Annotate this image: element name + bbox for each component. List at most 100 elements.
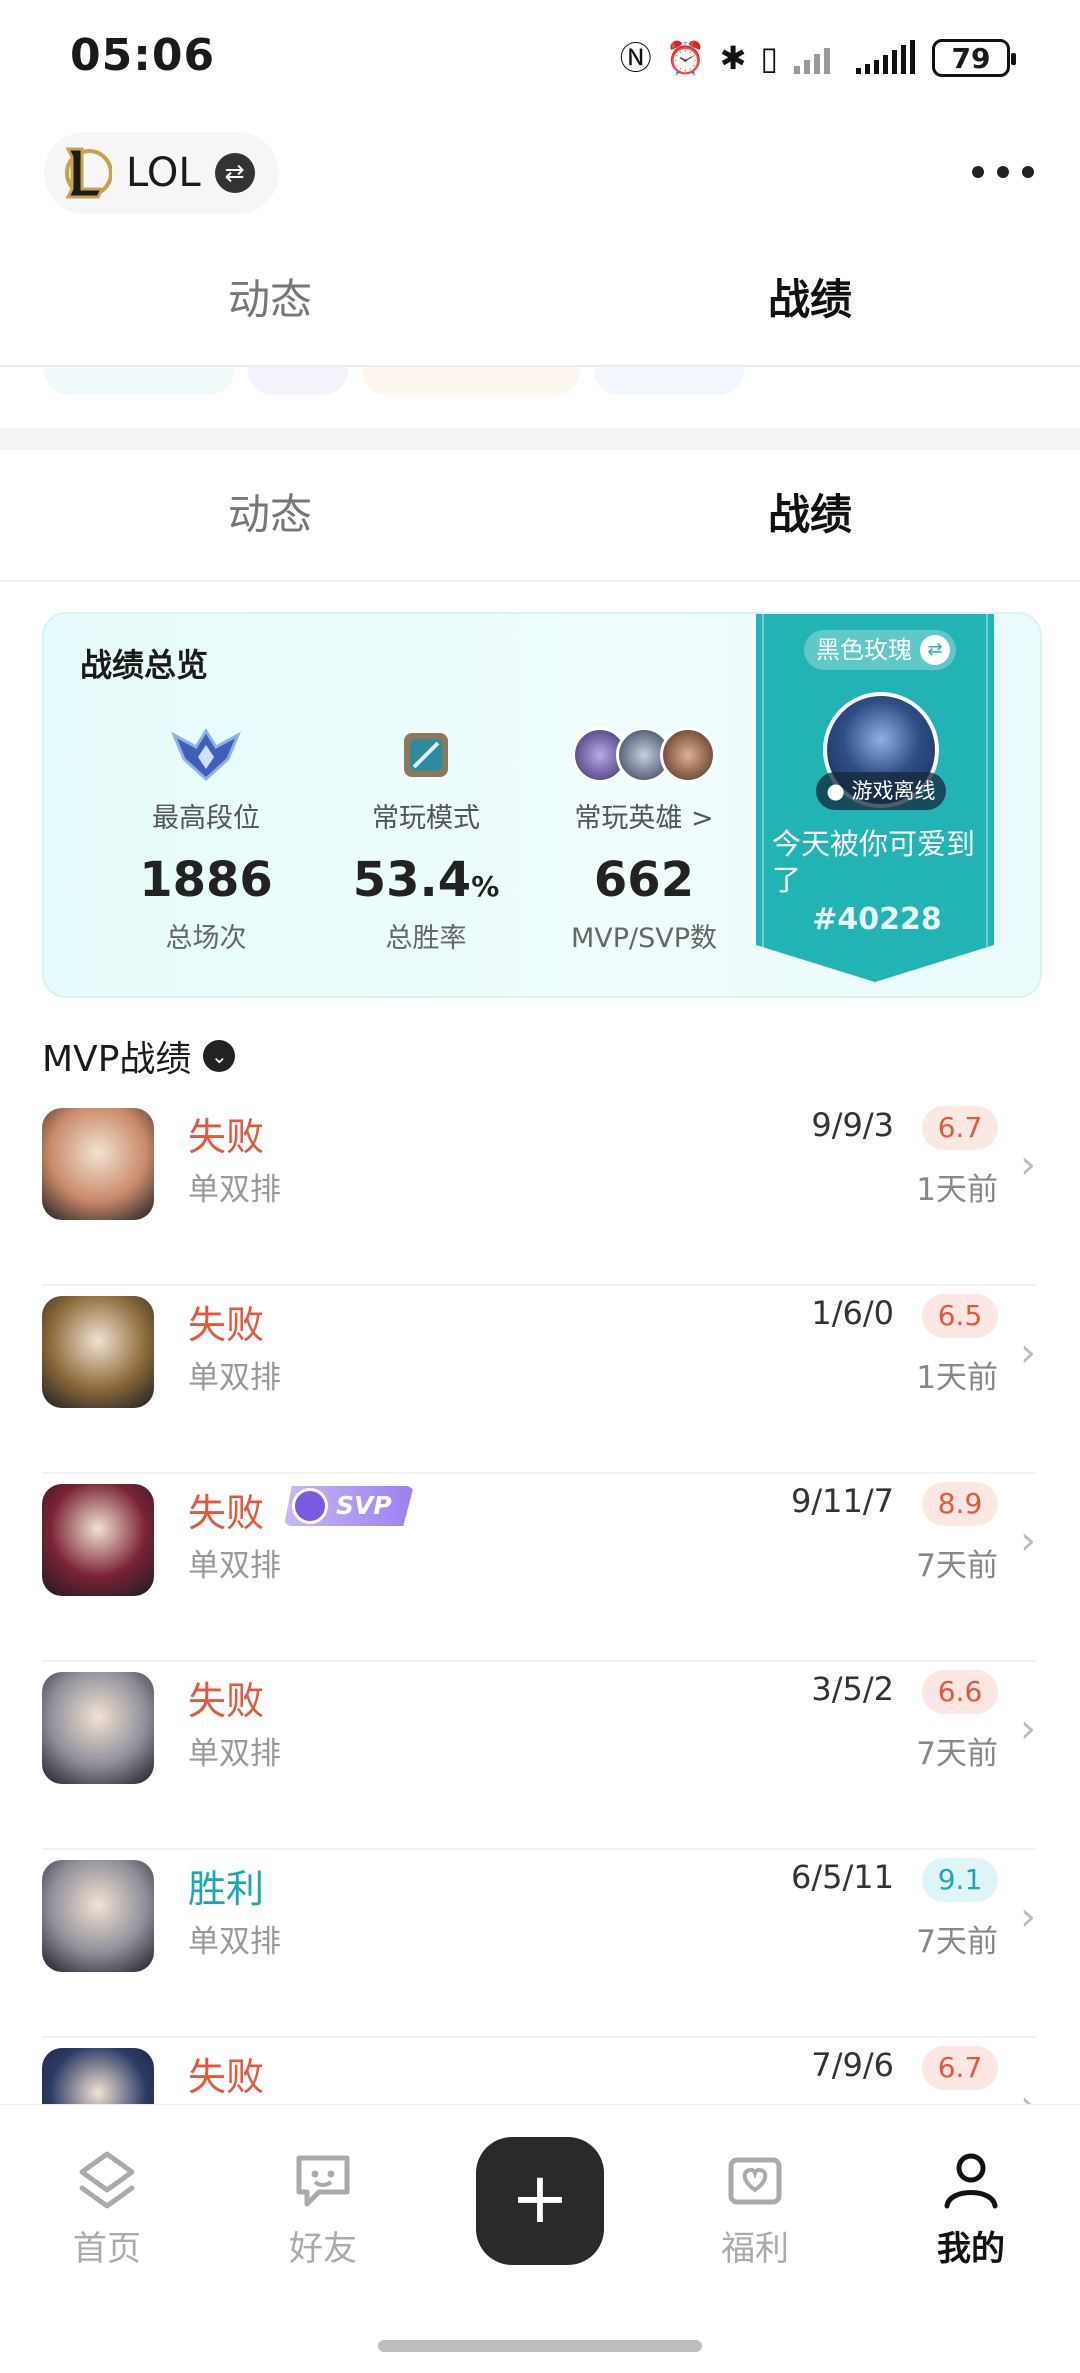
match-result: 失败	[188, 2055, 265, 2099]
chevron-right-icon: ›	[1020, 1518, 1036, 1564]
match-row[interactable]: 失败 SVP 单双排 9/11/7 8.9 7天前 ›	[42, 1474, 1036, 1662]
match-score: 6.7	[922, 1106, 998, 1150]
champion-portrait	[42, 1108, 154, 1220]
chevron-right-icon: ›	[1020, 1142, 1036, 1188]
profile-ribbon[interactable]: 黑色玫瑰 ⇄ ● 游戏离线 今天被你可爱到了 #40228	[756, 614, 994, 982]
tab-activity[interactable]: 动态	[0, 250, 540, 350]
create-post-button[interactable]: +	[476, 2137, 604, 2265]
match-time: 7天前	[916, 1924, 998, 1960]
battery-icon: 79	[932, 39, 1016, 77]
online-status: ● 游戏离线	[816, 772, 946, 810]
overview-title: 战绩总览	[80, 646, 209, 684]
nav-me[interactable]: 我的	[896, 2145, 1046, 2270]
match-score: 6.7	[922, 2046, 998, 2090]
summoner-name-chip[interactable]: 黑色玫瑰 ⇄	[804, 630, 956, 670]
more-button[interactable]	[972, 152, 1034, 192]
alarm-icon: ⏰	[665, 39, 706, 77]
nav-benefits[interactable]: 福利	[680, 2145, 830, 2270]
scrolled-tags	[0, 367, 1080, 395]
match-time: 1天前	[916, 1360, 998, 1396]
home-icon	[79, 2151, 135, 2209]
tag-chip	[362, 367, 580, 395]
mvp-count-value: 662	[593, 852, 695, 908]
match-time: 1天前	[916, 1172, 998, 1208]
common-heroes[interactable]: 常玩英雄 >	[544, 724, 744, 835]
match-score: 9.1	[922, 1858, 998, 1902]
match-result: 失败	[188, 1679, 265, 1723]
mvp-count-label: MVP/SVP数	[570, 923, 718, 954]
highest-rank[interactable]: 最高段位	[106, 724, 306, 835]
system-icons: Ⓝ ⏰ ✱ ▯ 79	[620, 38, 1016, 78]
switch-icon: ⇄	[214, 153, 255, 193]
profile-id: #40228	[812, 902, 942, 937]
more-dot-icon	[1022, 166, 1034, 178]
game-switcher[interactable]: LOL ⇄	[44, 132, 279, 214]
lol-logo-icon	[65, 147, 112, 199]
tag-chip	[248, 367, 348, 395]
svp-medal-icon	[292, 1488, 328, 1524]
hero-avatar	[660, 727, 716, 783]
match-score: 6.5	[922, 1294, 998, 1338]
match-queue: 单双排	[188, 1736, 281, 1772]
sticky-tabs: 动态 战绩	[0, 250, 1080, 350]
match-score: 8.9	[922, 1482, 998, 1526]
signal-icon	[794, 48, 830, 74]
more-dot-icon	[997, 166, 1009, 178]
match-kda: 1/6/0	[811, 1294, 894, 1332]
nav-label: 我的	[937, 2229, 1005, 2269]
tab-records-2[interactable]: 战绩	[540, 465, 1080, 565]
champion-portrait	[42, 1484, 154, 1596]
status-time: 05:06	[70, 30, 216, 81]
status-bar: 05:06 Ⓝ ⏰ ✱ ▯ 79	[0, 0, 1080, 120]
switch-account-icon: ⇄	[920, 635, 950, 665]
summoner-name: 黑色玫瑰	[816, 636, 912, 664]
chevron-down-icon: ⌄	[203, 1040, 236, 1072]
more-dot-icon	[972, 166, 984, 178]
win-rate-label: 总胜率	[385, 923, 467, 954]
match-queue: 单双排	[188, 1172, 281, 1208]
section-separator	[0, 428, 1080, 450]
total-games-label: 总场次	[165, 923, 247, 954]
champion-portrait	[42, 1672, 154, 1784]
match-kda: 6/5/11	[791, 1858, 894, 1896]
tab-activity-2[interactable]: 动态	[0, 465, 540, 565]
tab-records[interactable]: 战绩	[540, 250, 1080, 350]
match-row[interactable]: 失败 单双排 3/5/2 6.6 7天前 ›	[42, 1662, 1036, 1850]
total-games-value: 1886	[139, 852, 273, 908]
match-result: 失败	[188, 1491, 265, 1535]
signal-icon-2	[856, 40, 915, 74]
chevron-right-icon: ›	[1020, 1706, 1036, 1752]
match-kda: 7/9/6	[811, 2046, 894, 2084]
champion-portrait	[42, 1296, 154, 1408]
hero-avatars	[572, 727, 716, 783]
chat-icon	[296, 2155, 350, 2207]
tag-chip	[44, 367, 234, 395]
bottom-nav: 首页 好友 + 福利 我的	[0, 2104, 1080, 2373]
game-name: LOL	[126, 150, 201, 196]
common-mode[interactable]: 常玩模式	[326, 724, 526, 835]
match-time: 7天前	[916, 1548, 998, 1584]
match-kda: 9/9/3	[811, 1106, 894, 1144]
mvp-filter[interactable]: MVP战绩 ⌄	[42, 1030, 236, 1082]
nav-label: 首页	[73, 2229, 141, 2269]
match-time: 7天前	[916, 1736, 998, 1772]
match-queue: 单双排	[188, 1360, 281, 1396]
divider	[0, 580, 1080, 582]
stat-label: 最高段位	[152, 803, 260, 834]
chevron-right-icon: ›	[1020, 1894, 1036, 1940]
svp-badge: SVP	[284, 1486, 414, 1526]
match-row[interactable]: 胜利 单双排 6/5/11 9.1 7天前 ›	[42, 1850, 1036, 2038]
overview-card[interactable]: 战绩总览 最高段位 常玩模式 常玩英雄 > 1886 总场次 53.4% 总胜率…	[42, 612, 1042, 998]
nav-friends[interactable]: 好友	[248, 2145, 398, 2270]
match-result: 失败	[188, 1303, 265, 1347]
match-kda: 9/11/7	[791, 1482, 894, 1520]
champion-portrait	[42, 1860, 154, 1972]
home-indicator[interactable]	[378, 2340, 702, 2352]
match-row[interactable]: 失败 单双排 9/9/3 6.7 1天前 ›	[42, 1098, 1036, 1286]
vibrate-icon: ▯	[760, 39, 778, 77]
profile-motto: 今天被你可爱到了	[772, 827, 976, 897]
profile-icon	[944, 2153, 998, 2209]
nav-home[interactable]: 首页	[32, 2145, 182, 2270]
match-row[interactable]: 失败 单双排 1/6/0 6.5 1天前 ›	[42, 1286, 1036, 1474]
stat-label: 常玩模式	[372, 803, 480, 834]
